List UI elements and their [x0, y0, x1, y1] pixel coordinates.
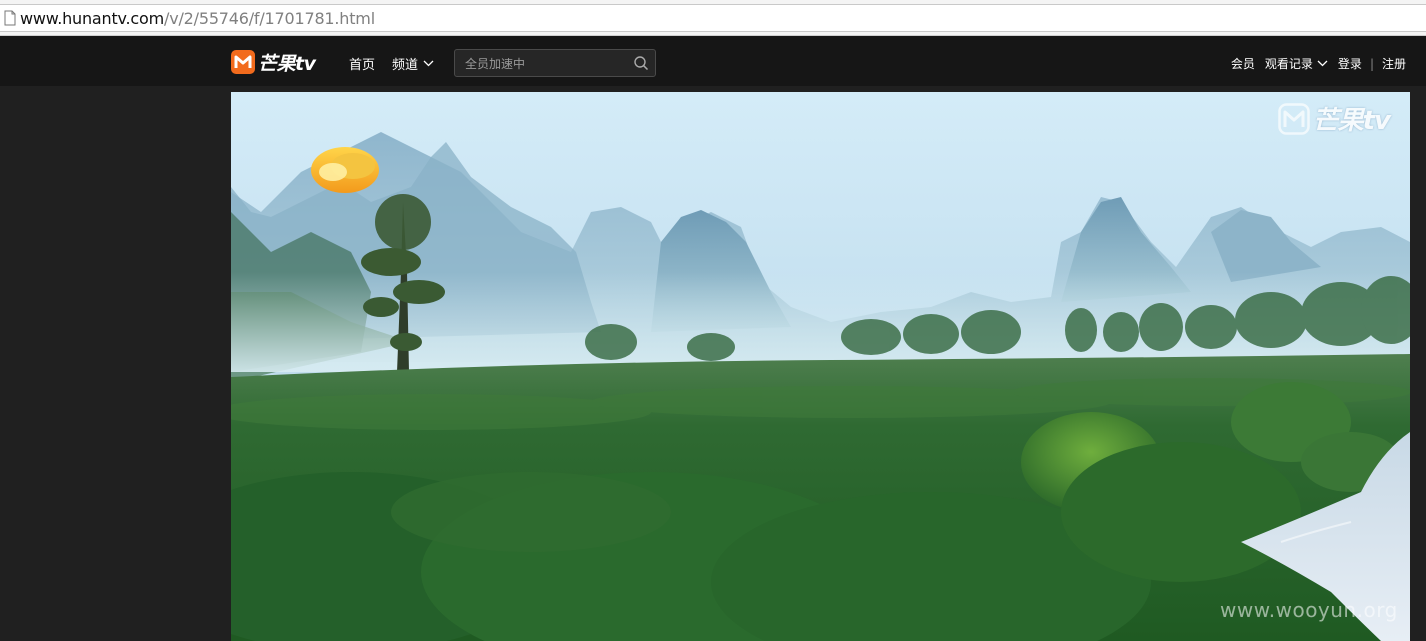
- url-field[interactable]: www.hunantv.com/v/2/55746/f/1701781.html: [0, 4, 1426, 32]
- member-link[interactable]: 会员: [1231, 55, 1255, 72]
- nav-home-link[interactable]: 首页: [349, 54, 375, 73]
- chevron-down-icon: [1317, 60, 1328, 67]
- separator: |: [1369, 56, 1374, 71]
- url-host: www.hunantv.com: [20, 8, 165, 28]
- video-watermark-logo: 芒果tv: [1277, 100, 1391, 137]
- video-watermark-text: 芒果tv: [1312, 106, 1391, 136]
- nav-channels-label: 频道: [392, 58, 419, 73]
- url-path: /v/2/55746/f/1701781.html: [164, 8, 375, 28]
- watch-history-menu[interactable]: 观看记录: [1265, 55, 1328, 72]
- left-background: [0, 86, 231, 641]
- mango-tv-logo-icon: [1277, 102, 1310, 135]
- logo-text: 芒果tv: [258, 52, 316, 75]
- login-link[interactable]: 登录: [1338, 55, 1362, 72]
- url-text: www.hunantv.com/v/2/55746/f/1701781.html: [20, 9, 375, 28]
- site-logo[interactable]: 芒果tv: [231, 49, 327, 75]
- browser-address-bar: www.hunantv.com/v/2/55746/f/1701781.html: [0, 0, 1426, 36]
- user-menu: 会员 观看记录 登录 | 注册: [1231, 55, 1406, 72]
- site-header: 芒果tv 首页 频道 会员 观看记录 登录 | 注册: [0, 36, 1426, 86]
- register-link[interactable]: 注册: [1382, 55, 1406, 72]
- watch-history-label: 观看记录: [1264, 57, 1313, 71]
- hunan-tv-logo-icon: [311, 147, 379, 193]
- search-input[interactable]: [463, 53, 627, 75]
- chevron-down-icon: [423, 60, 434, 67]
- search-box: [454, 49, 656, 77]
- page-watermark: www.wooyun.org: [1220, 598, 1398, 622]
- nav-channels-menu[interactable]: 频道: [392, 54, 434, 73]
- video-player[interactable]: 芒果tv: [231, 92, 1410, 641]
- video-frame: [231, 92, 1410, 641]
- search-icon[interactable]: [633, 55, 649, 71]
- page-icon: [4, 10, 16, 26]
- right-background: [1410, 86, 1426, 641]
- mango-tv-logo-icon: [231, 50, 255, 74]
